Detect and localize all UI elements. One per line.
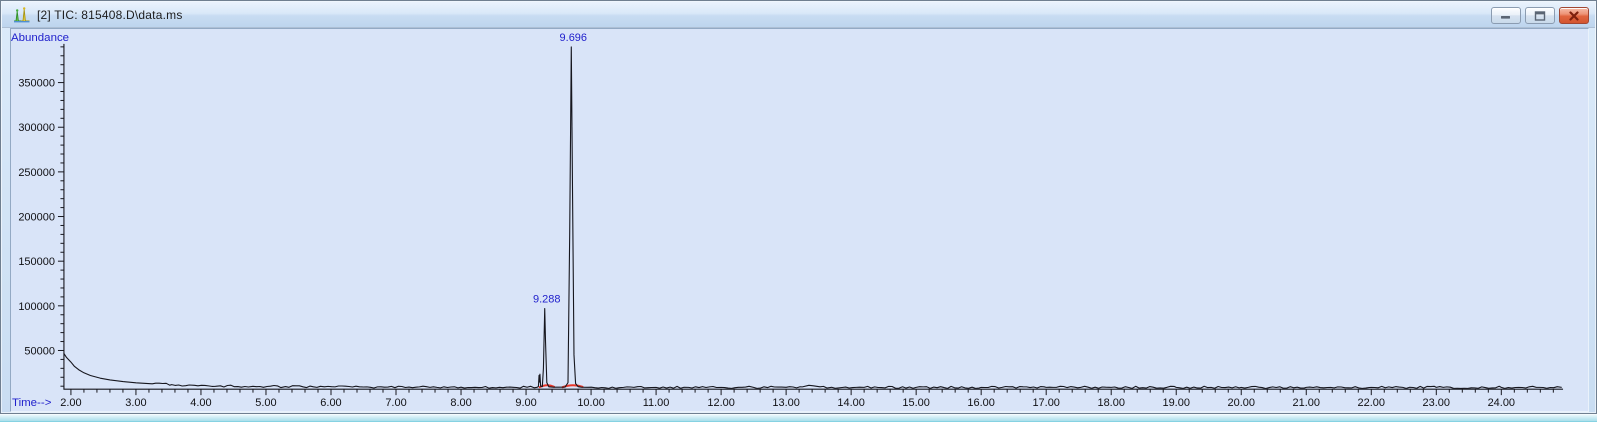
x-tick-label: 19.00	[1162, 397, 1189, 409]
minimize-button[interactable]	[1491, 7, 1521, 24]
close-button[interactable]	[1559, 7, 1589, 24]
y-axis-ticks: 50000 100000 150000 200000 250000 300000 35000…	[18, 46, 64, 387]
tic-trace	[63, 46, 1562, 390]
x-tick-label: 9.00	[515, 397, 536, 409]
axes	[63, 43, 1564, 390]
x-tick-label: 15.00	[902, 397, 929, 409]
y-axis-title: Abundance	[11, 32, 69, 44]
y-tick-label: 300000	[18, 122, 55, 134]
y-tick-label: 50000	[24, 345, 55, 357]
chromatogram-plot-area[interactable]: 2.00 3.00 4.00 5.00 6.00 7.00 8.00 9.00 10.00 11.…	[10, 28, 1589, 412]
chromatogram-icon	[13, 6, 31, 24]
screen: [2] TIC: 815408.D\data.ms 2.00 3.00 4.00 5.…	[0, 0, 1597, 422]
x-tick-label: 24.00	[1488, 397, 1515, 409]
x-tick-label: 12.00	[707, 397, 734, 409]
x-tick-label: 3.00	[125, 397, 146, 409]
x-tick-label: 23.00	[1423, 397, 1450, 409]
x-tick-label: 7.00	[385, 397, 406, 409]
x-tick-label: 13.00	[772, 397, 799, 409]
chromatogram-window: [2] TIC: 815408.D\data.ms 2.00 3.00 4.00 5.…	[0, 0, 1597, 414]
y-tick-label: 100000	[18, 301, 55, 313]
titlebar[interactable]: [2] TIC: 815408.D\data.ms	[2, 2, 1595, 28]
background-window-edge	[0, 414, 1597, 422]
x-tick-label: 14.00	[837, 397, 864, 409]
window-controls	[1491, 7, 1589, 24]
y-tick-label: 250000	[18, 167, 55, 179]
x-tick-label: 20.00	[1228, 397, 1255, 409]
peak-label: 9.288	[533, 294, 560, 306]
window-title: [2] TIC: 815408.D\data.ms	[37, 7, 183, 22]
y-tick-label: 350000	[18, 78, 55, 90]
tic-chart: 2.00 3.00 4.00 5.00 6.00 7.00 8.00 9.00 10.00 11.…	[11, 32, 1564, 409]
x-axis-ticks: 2.00 3.00 4.00 5.00 6.00 7.00 8.00 9.00 10.00 11.…	[60, 389, 1554, 409]
x-tick-label: 17.00	[1032, 397, 1059, 409]
x-tick-label: 2.00	[60, 397, 81, 409]
x-axis-title: Time-->	[12, 397, 52, 409]
maximize-button[interactable]	[1525, 7, 1555, 24]
x-tick-label: 21.00	[1293, 397, 1320, 409]
x-tick-label: 8.00	[450, 397, 471, 409]
peak-label: 9.696	[560, 32, 587, 44]
x-tick-label: 5.00	[255, 397, 276, 409]
x-tick-label: 16.00	[967, 397, 994, 409]
peak-labels: 9.288 9.696	[533, 32, 587, 306]
x-tick-label: 4.00	[190, 397, 211, 409]
x-tick-label: 22.00	[1358, 397, 1385, 409]
y-tick-label: 150000	[18, 256, 55, 268]
x-tick-label: 10.00	[577, 397, 604, 409]
x-tick-label: 11.00	[643, 397, 670, 409]
x-tick-label: 6.00	[320, 397, 341, 409]
x-tick-label: 18.00	[1097, 397, 1124, 409]
y-tick-label: 200000	[18, 212, 55, 224]
